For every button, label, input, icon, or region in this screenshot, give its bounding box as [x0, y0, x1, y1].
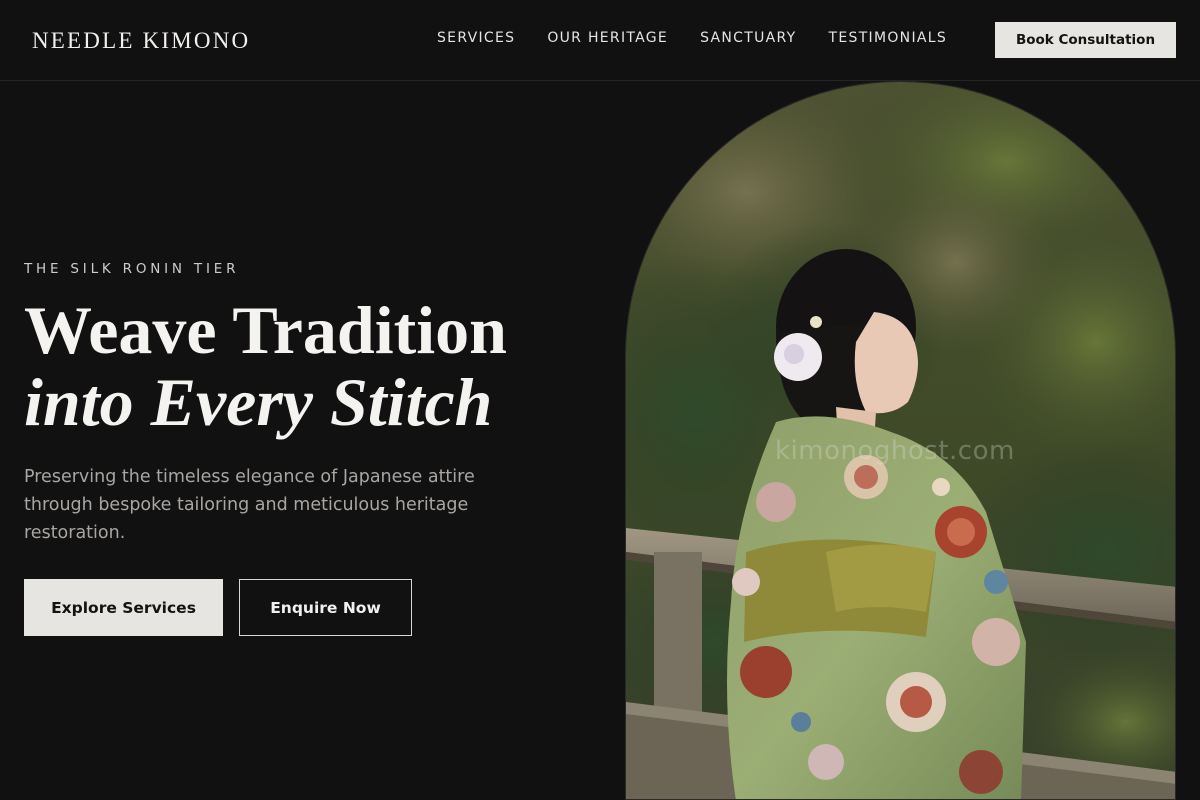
hero-headline-line2: into Every Stitch	[24, 364, 493, 440]
enquire-now-button[interactable]: Enquire Now	[239, 579, 412, 636]
nav-item-sanctuary[interactable]: SANCTUARY	[700, 30, 796, 46]
photo-watermark: kimonoghost.com	[775, 436, 1015, 466]
site-header: NEEDLE KIMONO SERVICES OUR HERITAGE SANC…	[0, 0, 1200, 81]
nav-item-our-heritage[interactable]: OUR HERITAGE	[547, 30, 668, 46]
main-nav: SERVICES OUR HERITAGE SANCTUARY TESTIMON…	[437, 30, 979, 46]
hero-headline-line1: Weave Tradition	[24, 292, 507, 368]
hero-eyebrow: THE SILK RONIN TIER	[24, 261, 240, 277]
nav-item-testimonials[interactable]: TESTIMONIALS	[829, 30, 948, 46]
hero-subtext: Preserving the timeless elegance of Japa…	[24, 467, 475, 543]
hero-headline: Weave Tradition into Every Stitch	[24, 294, 507, 438]
explore-services-button[interactable]: Explore Services	[24, 579, 223, 636]
brand-logo[interactable]: NEEDLE KIMONO	[32, 28, 250, 54]
nav-item-services[interactable]: SERVICES	[437, 30, 515, 46]
book-consultation-button[interactable]: Book Consultation	[995, 22, 1176, 58]
